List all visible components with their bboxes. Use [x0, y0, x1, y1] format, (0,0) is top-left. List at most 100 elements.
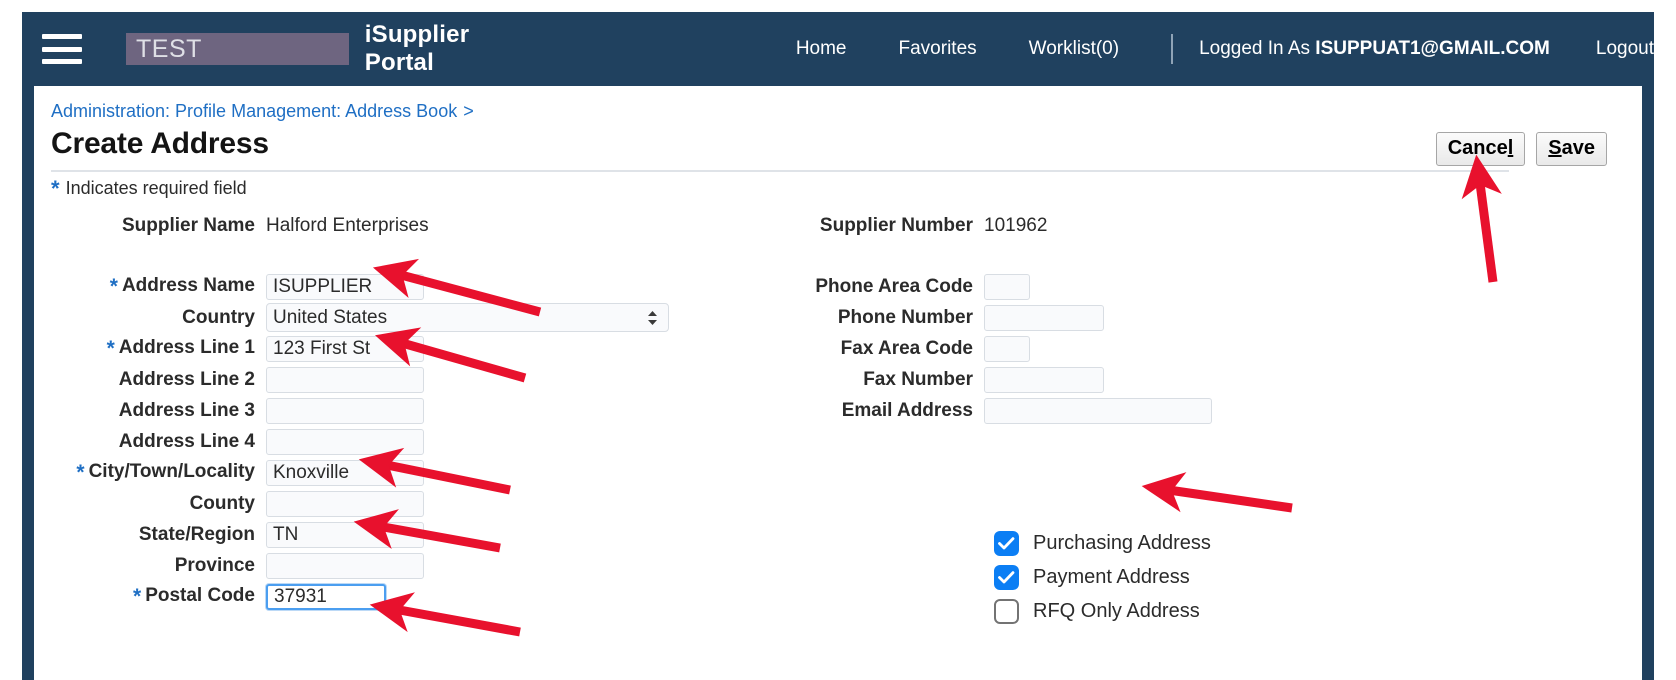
field-row-address-line-4: Address Line 4 [51, 426, 669, 457]
fax-number-label: Fax Number [863, 368, 973, 390]
phone-number-input[interactable] [984, 304, 1104, 331]
breadcrumb-caret-icon: > [463, 101, 474, 121]
field-row-address-line-2: Address Line 2 [51, 364, 669, 395]
menu-icon[interactable] [42, 34, 82, 64]
field-row-province: Province [51, 550, 669, 581]
nav-links: Home Favorites Worklist(0) Logged In As … [770, 34, 1654, 64]
fax-area-code-input[interactable] [984, 335, 1030, 362]
address-line-1-label: * Address Line 1 [51, 337, 266, 361]
right-form-column: Supplier Number 101962 Phone Area Code P… [794, 210, 1212, 426]
check-icon [998, 570, 1015, 583]
address-usage-checkbox-group: Purchasing Address Payment Address RFQ O… [994, 526, 1211, 628]
fax-number-input[interactable] [984, 366, 1104, 393]
field-row-fax-area-code: Fax Area Code [794, 333, 1212, 364]
address-line-3-label: Address Line 3 [118, 399, 255, 421]
supplier-name-label: Supplier Name [121, 214, 255, 236]
required-asterisk-icon: * [133, 584, 142, 608]
county-input[interactable] [266, 490, 424, 517]
environment-badge: TEST [126, 33, 349, 65]
save-label-post: ave [1561, 137, 1595, 159]
address-name-input[interactable] [266, 273, 424, 300]
address-line-1-input[interactable] [266, 335, 424, 362]
rfq-only-address-label: RFQ Only Address [1033, 599, 1200, 622]
checkbox-row-rfq-only-address[interactable]: RFQ Only Address [994, 594, 1211, 628]
cancel-button[interactable]: Cancel [1435, 132, 1526, 166]
field-row-address-line-1: * Address Line 1 [51, 333, 669, 364]
save-accesskey: S [1548, 137, 1562, 159]
province-input[interactable] [266, 552, 424, 579]
left-form-column: Supplier Name Halford Enterprises * Addre… [51, 210, 669, 612]
row-spacer [794, 241, 1212, 271]
email-address-label: Email Address [841, 399, 973, 421]
purchasing-address-checkbox[interactable] [994, 530, 1019, 556]
city-input[interactable] [266, 459, 424, 486]
nav-divider [1171, 34, 1174, 64]
screenshot-root: TEST iSupplier Portal Home Favorites Wor… [0, 0, 1676, 680]
top-navigation-bar: TEST iSupplier Portal Home Favorites Wor… [22, 12, 1654, 86]
address-line-4-label: Address Line 4 [118, 430, 255, 452]
required-field-note: * Indicates required field [51, 176, 247, 202]
address-line-2-label: Address Line 2 [118, 368, 255, 390]
address-line-3-input[interactable] [266, 397, 424, 424]
menu-icon-bar [42, 46, 82, 52]
cancel-accesskey: l [1507, 137, 1514, 159]
state-input[interactable] [266, 521, 424, 548]
nav-link-home[interactable]: Home [770, 38, 873, 60]
postal-code-input[interactable] [266, 583, 386, 610]
required-asterisk-icon: * [109, 274, 118, 298]
field-row-county: County [51, 488, 669, 519]
phone-area-code-label: Phone Area Code [815, 275, 973, 297]
country-label: Country [182, 306, 255, 328]
state-label: State/Region [138, 523, 255, 545]
menu-icon-bar [42, 34, 82, 39]
country-select[interactable]: United States [266, 303, 669, 332]
title-divider [51, 170, 1509, 172]
nav-link-favorites[interactable]: Favorites [873, 38, 1003, 60]
field-row-city: * City/Town/Locality [51, 457, 669, 488]
field-row-supplier-name: Supplier Name Halford Enterprises [51, 210, 669, 241]
city-label-text: City/Town/Locality [88, 460, 255, 482]
row-spacer [51, 241, 669, 271]
field-row-phone-area-code: Phone Area Code [794, 271, 1212, 302]
county-label: County [189, 492, 255, 514]
logged-in-status: Logged In As ISUPPUAT1@GMAIL.COM [1199, 38, 1550, 60]
address-name-label-text: Address Name [121, 274, 255, 296]
check-icon [998, 536, 1015, 549]
address-line-1-label-text: Address Line 1 [118, 336, 255, 358]
address-line-2-input[interactable] [266, 366, 424, 393]
address-name-label: * Address Name [51, 275, 266, 299]
checkbox-row-payment-address[interactable]: Payment Address [994, 560, 1211, 594]
nav-link-worklist[interactable]: Worklist(0) [1003, 38, 1145, 60]
field-row-country: Country United States [51, 302, 669, 333]
email-address-input[interactable] [984, 397, 1212, 424]
field-row-phone-number: Phone Number [794, 302, 1212, 333]
breadcrumb-path[interactable]: Administration: Profile Management: Addr… [51, 101, 457, 121]
phone-area-code-input[interactable] [984, 273, 1030, 300]
required-asterisk-icon: * [76, 460, 85, 484]
required-asterisk-icon: * [51, 176, 60, 201]
field-row-email-address: Email Address [794, 395, 1212, 426]
logged-in-username: ISUPPUAT1@GMAIL.COM [1315, 38, 1550, 59]
save-button[interactable]: Save [1536, 132, 1607, 166]
address-line-4-input[interactable] [266, 428, 424, 455]
page-content: Administration: Profile Management: Addr… [34, 86, 1642, 680]
supplier-name-value: Halford Enterprises [266, 214, 429, 236]
field-row-state: State/Region [51, 519, 669, 550]
logout-link[interactable]: Logout [1596, 38, 1654, 60]
postal-code-label-text: Postal Code [145, 584, 255, 606]
fax-area-code-label: Fax Area Code [840, 337, 973, 359]
field-row-fax-number: Fax Number [794, 364, 1212, 395]
field-row-supplier-number: Supplier Number 101962 [794, 210, 1212, 241]
checkbox-row-purchasing-address[interactable]: Purchasing Address [994, 526, 1211, 560]
breadcrumb[interactable]: Administration: Profile Management: Addr… [51, 101, 474, 122]
logged-in-prefix: Logged In As [1199, 38, 1311, 59]
city-label: * City/Town/Locality [51, 461, 266, 485]
payment-address-checkbox[interactable] [994, 564, 1019, 590]
field-row-postal-code: * Postal Code [51, 581, 669, 612]
required-asterisk-icon: * [106, 336, 115, 360]
chevron-updown-icon [646, 309, 659, 327]
payment-address-label: Payment Address [1033, 565, 1190, 588]
rfq-only-address-checkbox[interactable] [994, 598, 1019, 624]
field-row-address-name: * Address Name [51, 271, 669, 302]
action-button-bar: Cancel Save [1435, 132, 1607, 166]
